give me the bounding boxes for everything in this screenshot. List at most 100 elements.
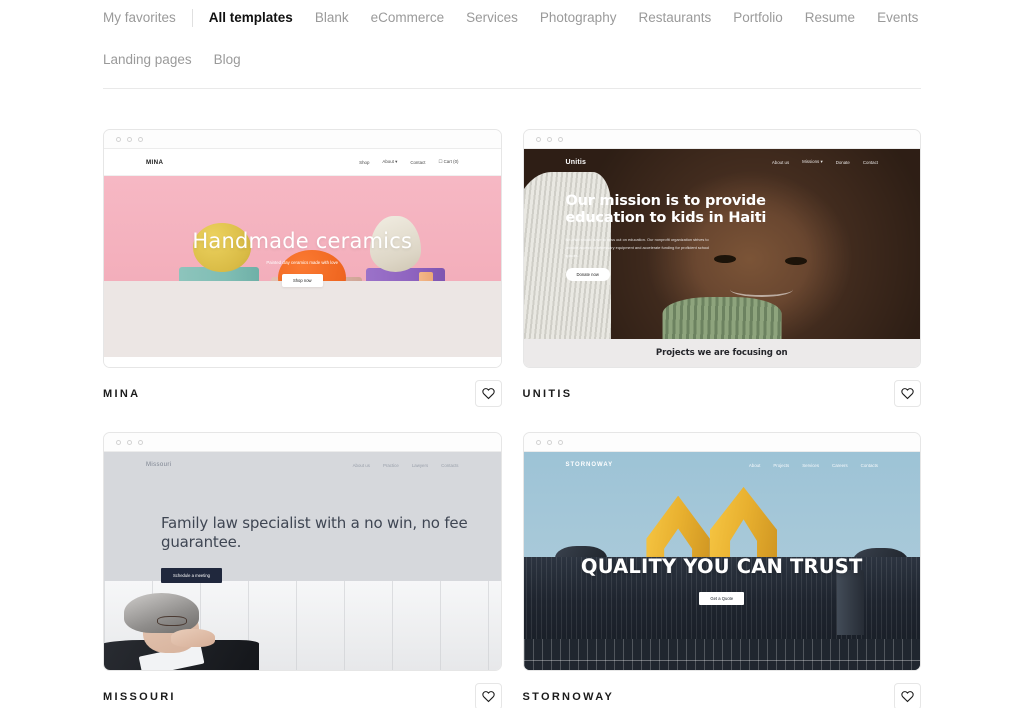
child-smile: [729, 282, 794, 298]
mina-hero-title: Handmade ceramics: [192, 229, 413, 253]
template-footer-stornoway: STORNOWAY: [523, 683, 921, 708]
favorite-button-stornoway[interactable]: [894, 683, 921, 708]
missouri-brand: Missouri: [146, 462, 172, 468]
lawyer-glasses-icon: [156, 616, 188, 627]
tab-blog[interactable]: Blog: [203, 46, 252, 74]
mina-shop-now-button: Shop now: [281, 274, 323, 287]
browser-dot-icon: [546, 136, 552, 142]
template-card-mina[interactable]: MINA Shop About ▾ Contact ☐ Cart (0) Han…: [103, 129, 502, 407]
filter-tab-row-2: Landing pages Blog: [103, 46, 921, 74]
tab-photography[interactable]: Photography: [529, 4, 628, 32]
missouri-nav-about: About us: [352, 462, 370, 468]
unitis-brand: Unitis: [565, 158, 587, 166]
browser-chrome: [104, 433, 501, 452]
favorite-button-unitis[interactable]: [894, 380, 921, 407]
tab-portfolio[interactable]: Portfolio: [722, 4, 794, 32]
browser-dot-icon: [127, 439, 132, 445]
mina-nav-shop: Shop: [359, 159, 370, 165]
stornoway-quote-button: Get a Quote: [699, 592, 745, 605]
missouri-nav-contacts: Contacts: [441, 462, 459, 468]
heart-icon: [901, 691, 914, 703]
browser-dot-icon: [116, 136, 121, 142]
browser-chrome: [523, 130, 920, 149]
template-preview-mina[interactable]: MINA Shop About ▾ Contact ☐ Cart (0) Han…: [103, 129, 502, 368]
template-name-unitis: UNITIS: [522, 387, 573, 400]
template-footer-mina: MINA: [103, 380, 502, 407]
template-footer-missouri: MISSOURI: [103, 683, 502, 708]
missouri-hero-title: Family law specialist with a no win, no …: [161, 514, 468, 552]
template-preview-unitis[interactable]: Unitis About us Missions ▾ Donate Contac…: [522, 129, 921, 368]
mina-site-nav: MINA Shop About ▾ Contact ☐ Cart (0): [104, 149, 501, 176]
unitis-nav-about: About us: [771, 159, 790, 165]
unitis-donate-button: Donate now: [565, 268, 610, 282]
child-eye-right: [785, 257, 808, 266]
child-collar: [662, 297, 782, 339]
browser-dot-icon: [127, 136, 132, 142]
browser-dot-icon: [535, 439, 541, 445]
mina-hero-overlay: Handmade ceramics Painted clay ceramics …: [104, 149, 501, 367]
template-preview-stornoway[interactable]: STORNOWAY About Projects Services Career…: [522, 432, 921, 671]
browser-dot-icon: [557, 439, 563, 445]
template-grid: MINA Shop About ▾ Contact ☐ Cart (0) Han…: [0, 129, 1024, 708]
mina-site: MINA Shop About ▾ Contact ☐ Cart (0) Han…: [104, 149, 501, 367]
filter-tab-row-1: My favorites All templates Blank eCommer…: [103, 4, 921, 32]
stornoway-site: STORNOWAY About Projects Services Career…: [523, 452, 921, 670]
filter-tab-rows: My favorites All templates Blank eCommer…: [103, 4, 921, 89]
missouri-nav-links: About us Practice Lawyers Contacts: [353, 463, 459, 468]
tab-resume[interactable]: Resume: [794, 4, 866, 32]
template-filter-bar: My favorites All templates Blank eCommer…: [0, 0, 1024, 89]
mina-nav-cart: ☐ Cart (0): [438, 159, 459, 164]
template-card-stornoway[interactable]: STORNOWAY About Projects Services Career…: [522, 432, 921, 708]
mina-site-footer: [104, 357, 501, 367]
unitis-nav-links: About us Missions ▾ Donate Contact: [772, 159, 878, 165]
mina-brand: MINA: [146, 158, 164, 166]
template-name-missouri: MISSOURI: [103, 690, 176, 703]
unitis-site: Unitis About us Missions ▾ Donate Contac…: [523, 149, 921, 367]
browser-dot-icon: [535, 136, 541, 142]
missouri-nav-practice: Practice: [382, 462, 399, 468]
mina-nav-about: About ▾: [382, 159, 398, 164]
tab-all-templates[interactable]: All templates: [198, 4, 304, 32]
unitis-nav-missions: Missions ▾: [802, 159, 823, 164]
mina-nav-links: Shop About ▾ Contact ☐ Cart (0): [359, 159, 458, 165]
tab-divider: [191, 9, 193, 27]
browser-dot-icon: [546, 439, 552, 445]
template-footer-unitis: UNITIS: [522, 380, 921, 407]
browser-dot-icon: [116, 439, 121, 445]
tab-events[interactable]: Events: [866, 4, 929, 32]
lawyer-hair: [123, 593, 200, 634]
lawyer-hand: [171, 628, 215, 647]
favorite-button-missouri[interactable]: [474, 683, 502, 708]
unitis-projects-band: Projects we are focusing on: [523, 339, 920, 367]
stornoway-hero-title: QUALITY YOU CAN TRUST: [580, 555, 863, 578]
browser-chrome: [523, 433, 920, 452]
mina-hero-subtitle: Painted clay ceramics made with love: [266, 260, 339, 265]
unitis-nav-donate: Donate: [835, 159, 850, 165]
heart-icon: [481, 691, 495, 703]
tab-blank[interactable]: Blank: [304, 4, 360, 32]
browser-dot-icon: [138, 136, 143, 142]
tab-ecommerce[interactable]: eCommerce: [360, 4, 456, 32]
missouri-site: Missouri About us Practice Lawyers Conta…: [104, 452, 501, 670]
missouri-hero-copy: Family law specialist with a no win, no …: [161, 514, 501, 584]
favorite-button-mina[interactable]: [474, 380, 502, 407]
tab-restaurants[interactable]: Restaurants: [627, 4, 722, 32]
browser-dot-icon: [557, 136, 563, 142]
unitis-site-nav: Unitis About us Missions ▾ Donate Contac…: [524, 149, 921, 175]
browser-dot-icon: [138, 439, 143, 445]
tab-my-favorites[interactable]: My favorites: [103, 4, 187, 32]
missouri-site-nav: Missouri About us Practice Lawyers Conta…: [104, 452, 501, 478]
unitis-band-text: Projects we are focusing on: [655, 348, 788, 358]
template-card-unitis[interactable]: Unitis About us Missions ▾ Donate Contac…: [522, 129, 921, 407]
unitis-nav-contact: Contact: [862, 159, 878, 165]
template-card-missouri[interactable]: Missouri About us Practice Lawyers Conta…: [103, 432, 502, 708]
heart-icon: [901, 388, 914, 400]
missouri-nav-lawyers: Lawyers: [411, 462, 429, 468]
stornoway-hero-overlay: QUALITY YOU CAN TRUST Get a Quote: [524, 452, 921, 670]
template-preview-missouri[interactable]: Missouri About us Practice Lawyers Conta…: [103, 432, 502, 671]
missouri-lawyer-photo: [104, 580, 501, 670]
unitis-hero-copy: Our mission is to provide education to k…: [565, 193, 788, 282]
heart-icon: [481, 388, 495, 400]
tab-landing-pages[interactable]: Landing pages: [103, 46, 203, 74]
tab-services[interactable]: Services: [455, 4, 529, 32]
